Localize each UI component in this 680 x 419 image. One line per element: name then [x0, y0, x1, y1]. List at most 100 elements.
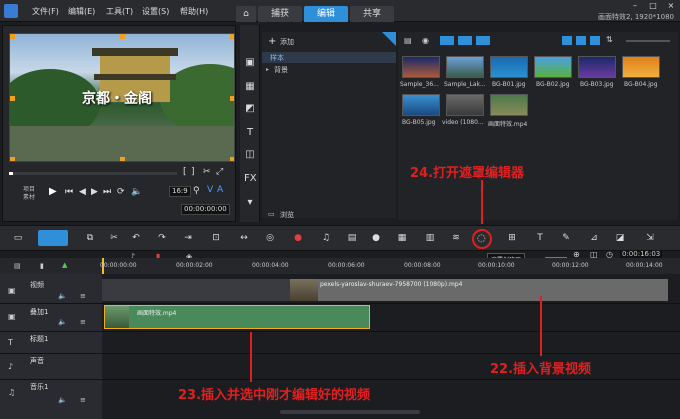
media-icon[interactable]: ▣	[244, 57, 256, 69]
title-icon[interactable]: T	[244, 127, 256, 139]
media-thumbnail[interactable]	[446, 56, 484, 78]
clip-mode[interactable]: 素材	[23, 192, 35, 201]
maximize-icon[interactable]: □	[648, 2, 658, 10]
scrub-bar[interactable]	[9, 172, 177, 175]
add-track-icon[interactable]: ⧉	[84, 232, 96, 244]
menu-help[interactable]: 帮助(H)	[180, 6, 208, 17]
go-start-icon[interactable]: ⏮	[65, 187, 73, 197]
folder-icon[interactable]: ▤	[404, 36, 412, 45]
motion-track-icon[interactable]: ≋	[450, 232, 462, 244]
photo-filter-icon[interactable]	[458, 36, 472, 45]
tools-icon[interactable]: ✂	[108, 232, 120, 244]
ripple-icon[interactable]: ≡	[80, 292, 86, 300]
preview-window[interactable]: 京都・金阁	[9, 33, 235, 162]
path-icon[interactable]: ▾	[244, 197, 256, 209]
browse-icon[interactable]: ▭	[268, 210, 275, 218]
record-icon[interactable]: ◉	[422, 36, 429, 45]
overlay-clip[interactable]: 画面特效.mp4	[104, 305, 370, 329]
minimize-icon[interactable]: –	[630, 2, 640, 10]
split-screen-icon[interactable]: ▥	[424, 232, 436, 244]
prev-frame-icon[interactable]: ◀	[79, 187, 86, 197]
home-tab-icon[interactable]: ⌂	[236, 6, 256, 22]
list-view-icon[interactable]	[562, 36, 572, 45]
mark-out-icon[interactable]: ]	[191, 167, 195, 177]
color-icon[interactable]: ◪	[614, 232, 626, 244]
aspect-ratio[interactable]: 16:9	[169, 186, 191, 197]
transition-icon[interactable]: ◩	[244, 103, 256, 115]
record-voice-icon[interactable]: ●	[292, 232, 304, 244]
chapter-icon[interactable]: ▲	[62, 261, 67, 269]
next-frame-icon[interactable]: ▶	[91, 187, 98, 197]
multicam-icon[interactable]: ▤	[346, 232, 358, 244]
thumbnail-size-slider[interactable]	[626, 40, 670, 42]
mask-creator-button[interactable]: ◌	[472, 229, 492, 249]
text-a-icon[interactable]: A	[217, 185, 223, 195]
crop-icon[interactable]: ⊡	[210, 232, 222, 244]
mute-icon[interactable]: 🔈	[58, 292, 67, 300]
media-thumbnail[interactable]	[490, 56, 528, 78]
preview-timecode[interactable]: 00:00:00:00	[181, 204, 230, 215]
preview-caption[interactable]: 京都・金阁	[82, 88, 152, 108]
expand-icon[interactable]: ⤢	[216, 167, 223, 177]
library-item-label[interactable]: 背景	[274, 65, 288, 75]
media-thumbnail[interactable]	[402, 94, 440, 116]
add-icon[interactable]: +	[268, 36, 276, 47]
grid-view-icon[interactable]	[576, 36, 586, 45]
track-manager-icon[interactable]: ▤	[14, 262, 21, 270]
media-thumbnail[interactable]	[446, 94, 484, 116]
media-thumbnail[interactable]	[490, 94, 528, 116]
volume-icon[interactable]: 🔈	[131, 187, 142, 197]
library-item-selected[interactable]: 样本	[262, 52, 396, 63]
media-thumbnail[interactable]	[402, 56, 440, 78]
video-filter-icon[interactable]	[440, 36, 454, 45]
auto-music-icon[interactable]: ♫	[320, 232, 332, 244]
mute-icon[interactable]: 🔈	[58, 396, 67, 404]
timeline-scrollbar[interactable]	[280, 410, 420, 414]
menu-edit[interactable]: 编辑(E)	[68, 6, 95, 17]
ripple-icon[interactable]: ≡	[80, 396, 86, 404]
blend-icon[interactable]: ●	[370, 232, 382, 244]
sort-icon[interactable]: ⇅	[606, 35, 613, 44]
filter-fx-icon[interactable]: FX	[244, 173, 257, 185]
scrub-handle[interactable]	[9, 172, 13, 175]
redo-icon[interactable]: ↷	[156, 232, 168, 244]
resize-handle[interactable]	[10, 96, 15, 101]
tab-capture[interactable]: 捕获	[258, 6, 302, 22]
expand-arrow-icon[interactable]: ▸	[266, 66, 269, 73]
resize-handle[interactable]	[230, 34, 234, 39]
timeline-timecode[interactable]: 0:00:16:03	[620, 250, 663, 258]
video-track-empty[interactable]	[102, 279, 290, 301]
resize-handle[interactable]	[10, 34, 15, 39]
timeline-view-button[interactable]	[38, 230, 68, 246]
menu-file[interactable]: 文件(F)	[32, 6, 59, 17]
mute-icon[interactable]: 🔈	[58, 318, 67, 326]
repeat-icon[interactable]: ⟳	[117, 187, 125, 197]
play-icon[interactable]: ▶	[49, 186, 57, 197]
resize-handle[interactable]	[230, 96, 234, 101]
title-tool-icon[interactable]: T	[534, 232, 546, 244]
split-icon[interactable]: ↔	[238, 232, 250, 244]
motion-icon[interactable]: ◎	[264, 232, 276, 244]
resize-handle[interactable]	[230, 157, 234, 161]
detail-view-icon[interactable]	[590, 36, 600, 45]
camera-icon[interactable]: ⊞	[506, 232, 518, 244]
instant-project-icon[interactable]: ▦	[244, 81, 256, 93]
speed-icon[interactable]: ⊿	[588, 232, 600, 244]
mark-in-icon[interactable]: [	[183, 167, 187, 177]
text-v-icon[interactable]: V	[207, 185, 213, 195]
storyboard-view-icon[interactable]: ▭	[12, 232, 24, 244]
graphic-icon[interactable]: ◫	[244, 149, 256, 161]
corner-tab[interactable]	[382, 32, 396, 46]
ripple-icon[interactable]: ≡	[80, 318, 86, 326]
split-icon[interactable]: ✂	[203, 167, 211, 177]
resize-handle[interactable]	[10, 157, 15, 161]
export-icon[interactable]: ⇲	[644, 232, 656, 244]
undo-icon[interactable]: ↶	[130, 232, 142, 244]
zoom-icon[interactable]: ⚲	[193, 186, 200, 196]
media-thumbnail[interactable]	[578, 56, 616, 78]
menu-tools[interactable]: 工具(T)	[106, 6, 133, 17]
subtitle-icon[interactable]: ▦	[396, 232, 408, 244]
browse-button[interactable]: 浏览	[280, 210, 294, 220]
menu-settings[interactable]: 设置(S)	[142, 6, 169, 17]
go-end-icon[interactable]: ⏭	[103, 187, 111, 197]
